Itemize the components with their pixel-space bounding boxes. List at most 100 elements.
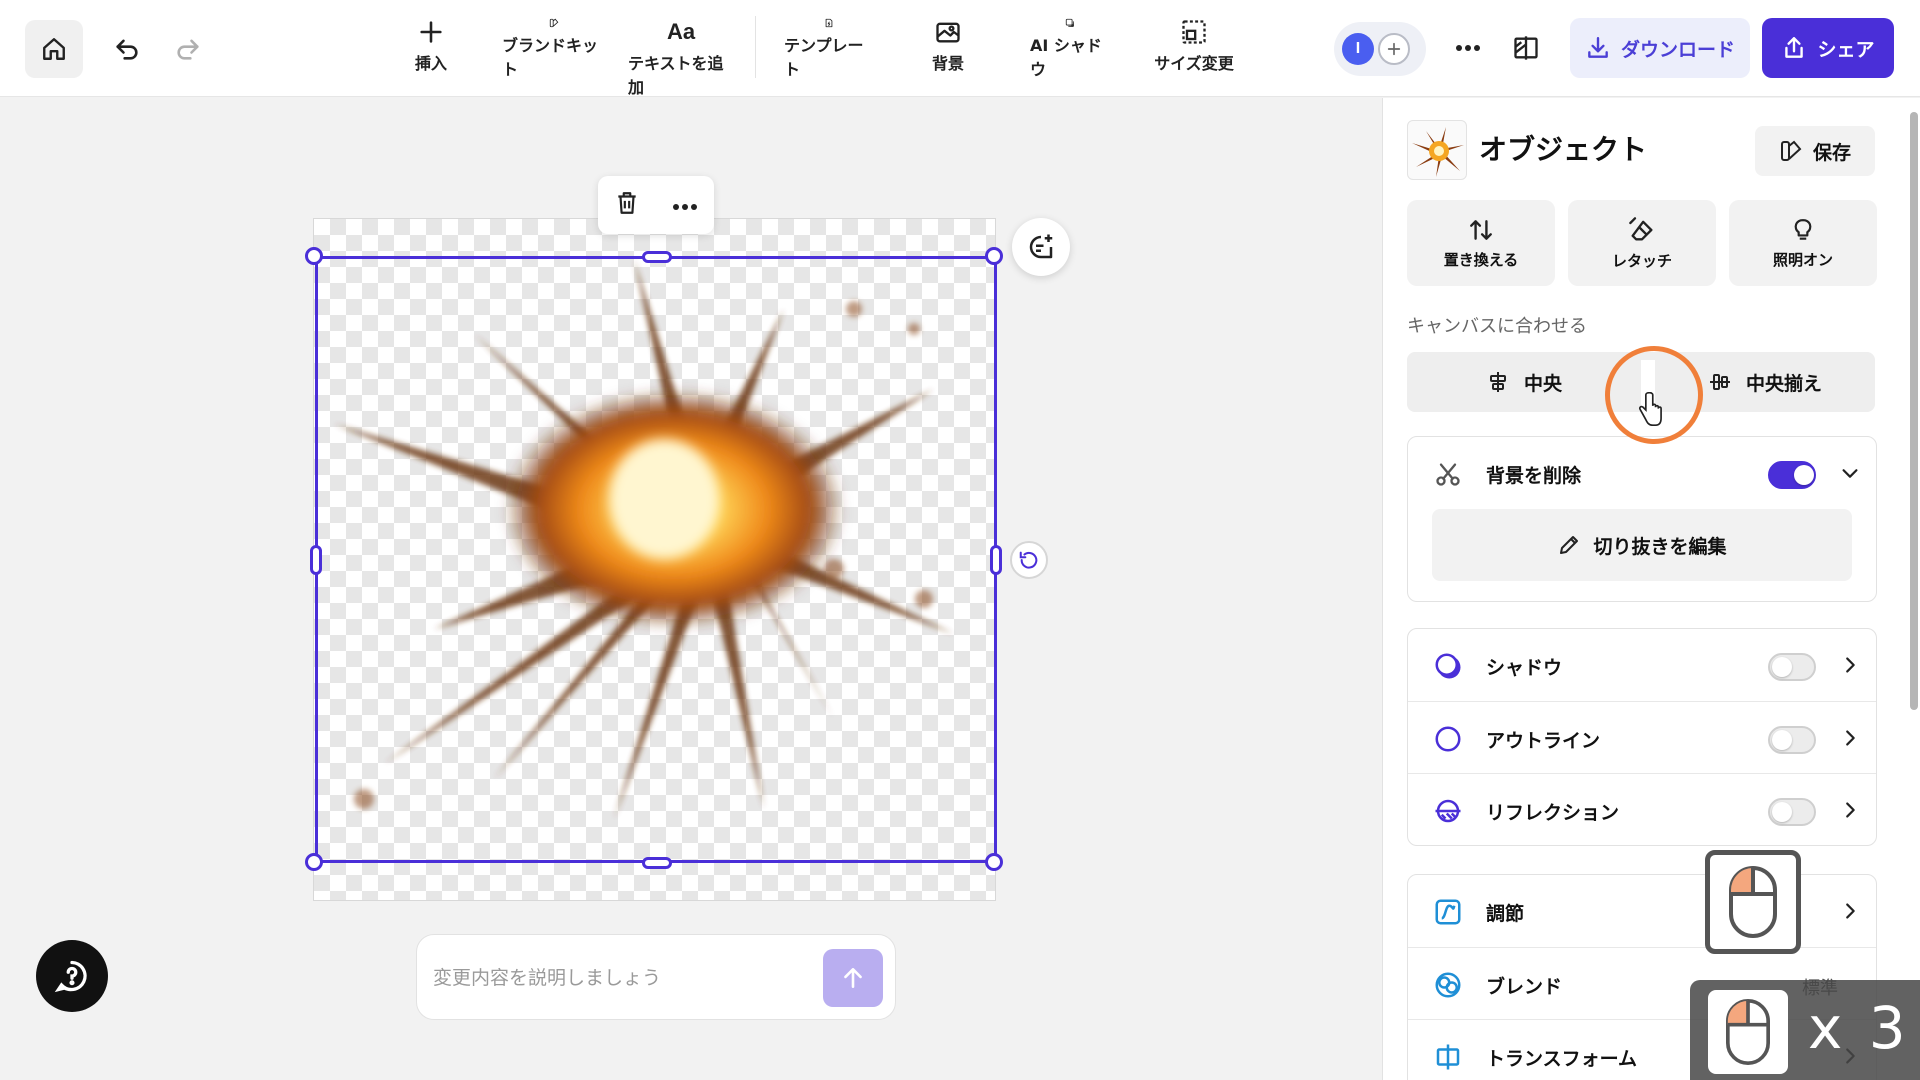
click-count-badge: x 3 bbox=[1690, 980, 1920, 1080]
chevron-down-icon[interactable] bbox=[1838, 461, 1862, 485]
mouse-click-badge bbox=[1705, 850, 1801, 954]
text-aa-icon: Aa bbox=[666, 19, 696, 44]
undo-icon bbox=[116, 39, 138, 60]
panel-scrollbar[interactable] bbox=[1906, 98, 1920, 1080]
insert-label: 挿入 bbox=[414, 54, 447, 73]
ai-shadow-icon bbox=[1065, 18, 1075, 28]
resize-handle-left[interactable] bbox=[310, 545, 322, 575]
brand-kit-icon bbox=[549, 18, 559, 28]
undo-button[interactable] bbox=[105, 24, 149, 74]
retouch-eraser-icon bbox=[1629, 216, 1653, 240]
selection-box[interactable] bbox=[315, 256, 997, 863]
reflection-toggle[interactable] bbox=[1768, 798, 1816, 826]
adjust-row[interactable]: 調節 bbox=[1408, 875, 1876, 947]
panel-title: オブジェクト bbox=[1479, 133, 1648, 166]
mouse-left-click-icon bbox=[1708, 990, 1788, 1074]
download-button[interactable]: ダウンロード bbox=[1570, 18, 1750, 78]
replace-label: 置き換える bbox=[1443, 250, 1519, 269]
chevron-right-icon[interactable] bbox=[1838, 899, 1862, 923]
resize-tool[interactable]: サイズ変更 bbox=[1152, 18, 1236, 80]
retouch-label: レタッチ bbox=[1611, 251, 1672, 270]
adjust-label: 調節 bbox=[1486, 903, 1525, 925]
resize-handle-top-left[interactable] bbox=[305, 247, 323, 265]
replace-button[interactable]: 置き換える bbox=[1407, 200, 1555, 286]
lighting-label: 照明オン bbox=[1772, 250, 1833, 269]
lighting-button[interactable]: 照明オン bbox=[1729, 200, 1877, 286]
rotate-icon bbox=[1019, 551, 1038, 569]
element-more-button[interactable] bbox=[672, 196, 698, 215]
element-toolbar bbox=[598, 176, 714, 234]
save-button[interactable]: 保存 bbox=[1755, 126, 1875, 176]
rotate-handle[interactable] bbox=[1010, 541, 1048, 579]
resize-handle-top-right[interactable] bbox=[985, 247, 1003, 265]
retouch-button[interactable]: レタッチ bbox=[1568, 200, 1716, 286]
reflection-icon bbox=[1432, 796, 1464, 826]
ellipsis-icon bbox=[1456, 45, 1480, 51]
trash-icon bbox=[618, 192, 636, 214]
delete-button[interactable] bbox=[614, 190, 640, 220]
redo-button[interactable] bbox=[166, 24, 210, 74]
resize-handle-bottom[interactable] bbox=[642, 857, 672, 869]
share-button[interactable]: シェア bbox=[1762, 18, 1894, 78]
add-comment-button[interactable] bbox=[1012, 218, 1070, 276]
fit-canvas-label: キャンバスに合わせる bbox=[1407, 316, 1587, 337]
resize-handle-top[interactable] bbox=[642, 251, 672, 263]
shadow-row[interactable]: シャドウ bbox=[1408, 629, 1876, 701]
compare-view-button[interactable] bbox=[1504, 26, 1548, 70]
outline-label: アウトライン bbox=[1486, 730, 1601, 752]
add-collaborator-button[interactable] bbox=[1378, 33, 1410, 65]
resize-handle-bottom-right[interactable] bbox=[985, 853, 1003, 871]
brand-kit-tool[interactable]: ブランドキット bbox=[502, 18, 606, 80]
remove-background-card: 背景を削除 切り抜きを編集 bbox=[1407, 436, 1877, 602]
ai-prompt-box bbox=[416, 934, 896, 1020]
shadow-icon bbox=[1432, 651, 1464, 681]
ai-shadow-tool[interactable]: AI シャドウ bbox=[1030, 18, 1110, 80]
resize-handle-bottom-left[interactable] bbox=[305, 853, 323, 871]
replace-icon bbox=[1470, 219, 1492, 240]
chevron-right-icon[interactable] bbox=[1838, 798, 1862, 822]
compare-icon bbox=[1514, 36, 1538, 60]
help-button[interactable] bbox=[36, 940, 108, 1012]
resize-label: サイズ変更 bbox=[1154, 54, 1234, 73]
scrollbar-thumb[interactable] bbox=[1910, 112, 1918, 710]
outline-icon bbox=[1432, 724, 1464, 754]
remove-background-label: 背景を削除 bbox=[1486, 465, 1582, 487]
align-center-label: 中央 bbox=[1523, 372, 1562, 395]
outline-row[interactable]: アウトライン bbox=[1408, 701, 1876, 773]
avatar[interactable]: I bbox=[1342, 33, 1374, 65]
edit-cutout-button[interactable]: 切り抜きを編集 bbox=[1432, 509, 1852, 581]
question-icon bbox=[54, 960, 87, 993]
toolbar-divider bbox=[755, 16, 756, 78]
background-icon bbox=[936, 22, 960, 43]
share-icon bbox=[1785, 37, 1804, 58]
home-button[interactable] bbox=[25, 20, 83, 78]
remove-background-row[interactable]: 背景を削除 bbox=[1408, 437, 1876, 509]
reflection-label: リフレクション bbox=[1486, 802, 1620, 824]
download-icon bbox=[1588, 37, 1608, 58]
template-tool[interactable]: テンプレート bbox=[784, 18, 874, 80]
align-center-icon bbox=[1489, 372, 1506, 392]
outline-toggle[interactable] bbox=[1768, 726, 1816, 754]
transform-icon bbox=[1432, 1042, 1464, 1072]
comment-add-icon bbox=[1029, 234, 1053, 259]
chevron-right-icon[interactable] bbox=[1838, 653, 1862, 677]
chevron-right-icon[interactable] bbox=[1838, 726, 1862, 750]
background-tool[interactable]: 背景 bbox=[928, 18, 968, 80]
add-text-tool[interactable]: Aa テキストを追加 bbox=[628, 18, 734, 97]
send-prompt-button[interactable] bbox=[823, 949, 883, 1007]
ellipsis-icon bbox=[673, 203, 697, 210]
insert-tool[interactable]: 挿入 bbox=[404, 18, 458, 80]
resize-handle-right[interactable] bbox=[990, 545, 1002, 575]
ai-prompt-input[interactable] bbox=[433, 959, 803, 997]
remove-background-toggle[interactable] bbox=[1768, 461, 1816, 489]
scissors-icon bbox=[1432, 459, 1464, 489]
lightbulb-icon bbox=[1794, 218, 1812, 240]
mouse-left-click-icon bbox=[1729, 866, 1777, 938]
reflection-row[interactable]: リフレクション bbox=[1408, 773, 1876, 845]
top-toolbar: 挿入 ブランドキット Aa テキストを追加 テンプレート 背景 AI シャドウ … bbox=[0, 0, 1920, 97]
more-options-button[interactable] bbox=[1446, 26, 1490, 70]
redo-icon bbox=[177, 39, 199, 60]
resize-icon bbox=[1182, 20, 1206, 44]
shadow-toggle[interactable] bbox=[1768, 653, 1816, 681]
align-middle-label: 中央揃え bbox=[1745, 372, 1822, 395]
